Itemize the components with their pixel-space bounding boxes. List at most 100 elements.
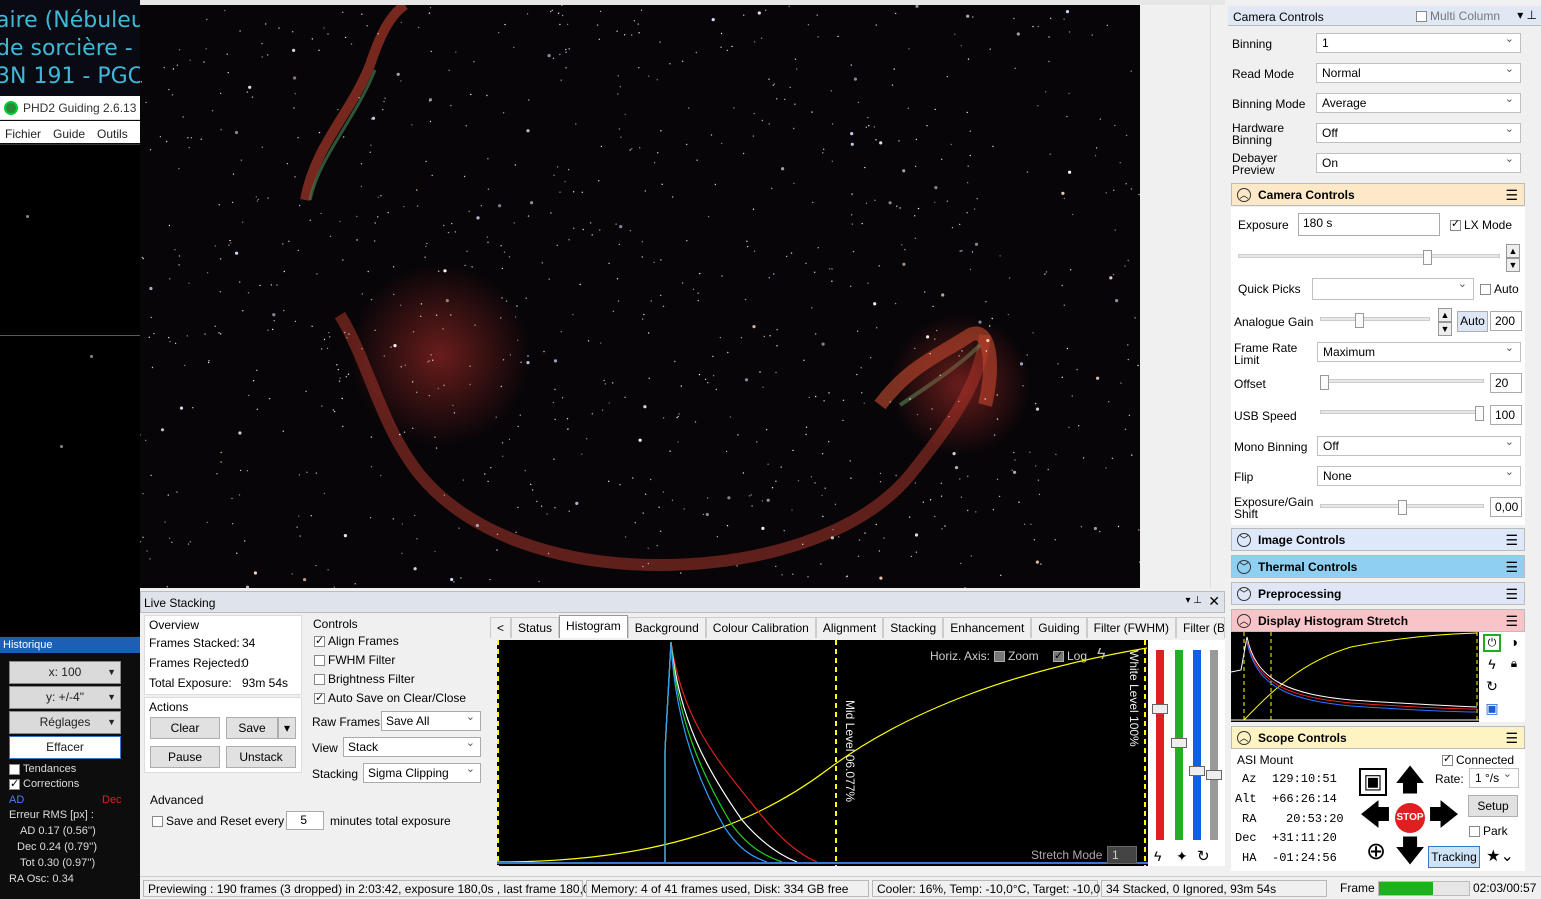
save-reset-checkbox[interactable]: Save and Reset every: [152, 814, 284, 828]
slew-east-button[interactable]: 🡆: [1427, 800, 1461, 834]
panel-menu-icon[interactable]: ▾ ⊥: [1517, 8, 1537, 22]
zoom-checkbox[interactable]: Zoom: [994, 649, 1039, 663]
save-dropdown-button[interactable]: ▾: [278, 717, 296, 739]
gain-slider[interactable]: [1320, 313, 1430, 328]
usb-speed-input[interactable]: 100: [1490, 405, 1522, 425]
connected-checkbox[interactable]: Connected: [1442, 753, 1514, 767]
save-icon[interactable]: ▣: [1483, 700, 1501, 718]
reset-icon[interactable]: ↻: [1483, 678, 1501, 696]
tab-guiding[interactable]: Guiding: [1031, 617, 1087, 638]
gain-input[interactable]: 200: [1490, 311, 1522, 331]
multi-column-checkbox[interactable]: Multi Column: [1416, 9, 1500, 23]
trends-checkbox[interactable]: Tendances: [9, 763, 76, 775]
menu-guide[interactable]: Guide: [53, 127, 85, 141]
binning-select[interactable]: 1: [1316, 32, 1521, 53]
lightning-icon[interactable]: ϟ: [1483, 656, 1501, 674]
section-image-controls[interactable]: ﹀ Image Controls ☰: [1231, 528, 1525, 551]
histogram-plot[interactable]: Horiz. Axis: Zoom Log ϟ Mid Level 06.077…: [496, 640, 1148, 866]
gain-up-button[interactable]: ▲: [1438, 308, 1452, 322]
tracking-star-icon[interactable]: ★⌄: [1482, 846, 1518, 868]
image-vertical-scrollbar[interactable]: [1210, 5, 1225, 588]
blue-slider-thumb[interactable]: [1189, 766, 1205, 776]
settings-dropdown[interactable]: Réglages ▼: [9, 711, 121, 734]
section-thermal-controls[interactable]: ﹀ Thermal Controls ☰: [1231, 555, 1525, 578]
green-slider-thumb[interactable]: [1171, 738, 1187, 748]
tab-scroll-left[interactable]: <: [490, 617, 512, 638]
pin-icon[interactable]: ▾ ⊥: [1185, 595, 1202, 606]
luminance-channel-slider[interactable]: [1210, 650, 1218, 840]
debayer-select[interactable]: On: [1316, 152, 1521, 173]
section-display-histogram-stretch[interactable]: ︿ Display Histogram Stretch ☰: [1231, 609, 1525, 632]
clear-button[interactable]: Clear: [150, 717, 220, 739]
center-target-icon[interactable]: ⊕: [1359, 836, 1393, 870]
hw-binning-select[interactable]: Off: [1316, 122, 1521, 143]
lock-icon[interactable]: 🔒︎: [1505, 656, 1523, 674]
corrections-checkbox[interactable]: Corrections: [9, 777, 79, 790]
tab-enhancement[interactable]: Enhancement: [943, 617, 1032, 638]
exposure-down-button[interactable]: ▼: [1506, 258, 1520, 272]
read-mode-select[interactable]: Normal: [1316, 62, 1521, 83]
quick-picks-select[interactable]: [1312, 277, 1474, 300]
view-select[interactable]: Stack: [343, 736, 481, 757]
binning-mode-select[interactable]: Average: [1316, 92, 1521, 113]
save-button[interactable]: Save: [226, 717, 278, 739]
exp-gain-shift-input[interactable]: 0,00: [1490, 497, 1522, 517]
mono-binning-select[interactable]: Off: [1317, 435, 1521, 456]
setup-button[interactable]: Setup: [1468, 795, 1518, 817]
tab-status[interactable]: Status: [511, 617, 560, 638]
tab-filter-brightness[interactable]: Filter (Bright: [1175, 617, 1225, 638]
menu-outils[interactable]: Outils: [97, 127, 128, 141]
exposure-up-button[interactable]: ▲: [1506, 244, 1520, 258]
x-scale-dropdown[interactable]: x: 100 ▼: [9, 661, 121, 684]
tab-alignment[interactable]: Alignment: [815, 617, 884, 638]
stop-button[interactable]: STOP: [1395, 803, 1425, 833]
raw-frames-select[interactable]: Save All: [381, 710, 481, 731]
exposure-slider[interactable]: [1238, 250, 1500, 265]
blue-channel-slider[interactable]: [1193, 650, 1201, 840]
tab-background[interactable]: Background: [627, 617, 706, 638]
slew-north-button[interactable]: 🡅: [1393, 765, 1427, 799]
save-reset-minutes[interactable]: 5: [286, 811, 324, 830]
brightness-filter-checkbox[interactable]: Brightness Filter: [314, 672, 415, 686]
tab-histogram[interactable]: Histogram: [559, 615, 628, 638]
park-checkbox[interactable]: Park: [1469, 825, 1508, 838]
red-channel-slider[interactable]: [1156, 650, 1164, 840]
rate-select[interactable]: 1 °/s: [1469, 767, 1519, 788]
stacked-image-viewer[interactable]: [140, 5, 1140, 588]
tab-filter-fwhm[interactable]: Filter (FWHM): [1086, 617, 1176, 638]
offset-input[interactable]: 20: [1490, 373, 1522, 393]
tracking-button[interactable]: Tracking: [1428, 846, 1480, 868]
stretch-mode-value[interactable]: 1: [1107, 846, 1137, 864]
usb-speed-slider[interactable]: [1320, 406, 1484, 421]
reset-icon[interactable]: ↻: [1197, 847, 1210, 865]
section-camera-controls[interactable]: ︿ Camera Controls ☰: [1231, 183, 1525, 206]
stacking-select[interactable]: Sigma Clipping: [363, 762, 481, 783]
auto-exposure-checkbox[interactable]: Auto: [1480, 283, 1519, 296]
power-icon[interactable]: ⏻: [1483, 634, 1501, 652]
slew-west-button[interactable]: 🡄: [1358, 800, 1392, 834]
lightning-icon[interactable]: ϟ: [1154, 848, 1161, 864]
menu-fichier[interactable]: Fichier: [5, 127, 41, 141]
luminance-slider-thumb[interactable]: [1206, 770, 1222, 780]
tab-colour-calibration[interactable]: Colour Calibration: [705, 617, 816, 638]
offset-slider[interactable]: [1320, 375, 1484, 390]
log-checkbox[interactable]: Log: [1053, 649, 1087, 663]
gain-down-button[interactable]: ▼: [1438, 322, 1452, 336]
close-icon[interactable]: ✕: [1208, 593, 1220, 610]
gain-auto-button[interactable]: Auto: [1457, 311, 1488, 332]
flip-select[interactable]: None: [1317, 465, 1521, 486]
auto-stretch-icon[interactable]: ϟ: [1097, 646, 1105, 664]
exp-gain-shift-slider[interactable]: [1320, 500, 1484, 515]
auto-save-checkbox[interactable]: Auto Save on Clear/Close: [314, 691, 466, 705]
goto-icon[interactable]: ▣: [1359, 768, 1387, 796]
guide-camera-view[interactable]: [0, 144, 140, 636]
star-icon[interactable]: ✦: [1176, 848, 1188, 865]
tab-stacking[interactable]: Stacking: [883, 617, 944, 638]
section-preprocessing[interactable]: ﹀ Preprocessing ☰: [1231, 582, 1525, 605]
slew-south-button[interactable]: 🡇: [1393, 836, 1427, 870]
mini-histogram[interactable]: [1230, 632, 1479, 722]
lx-mode-checkbox[interactable]: LX Mode: [1450, 218, 1512, 232]
frame-rate-select[interactable]: Maximum: [1317, 341, 1521, 362]
clear-history-button[interactable]: Effacer: [9, 736, 121, 759]
pause-button[interactable]: Pause: [150, 746, 220, 768]
